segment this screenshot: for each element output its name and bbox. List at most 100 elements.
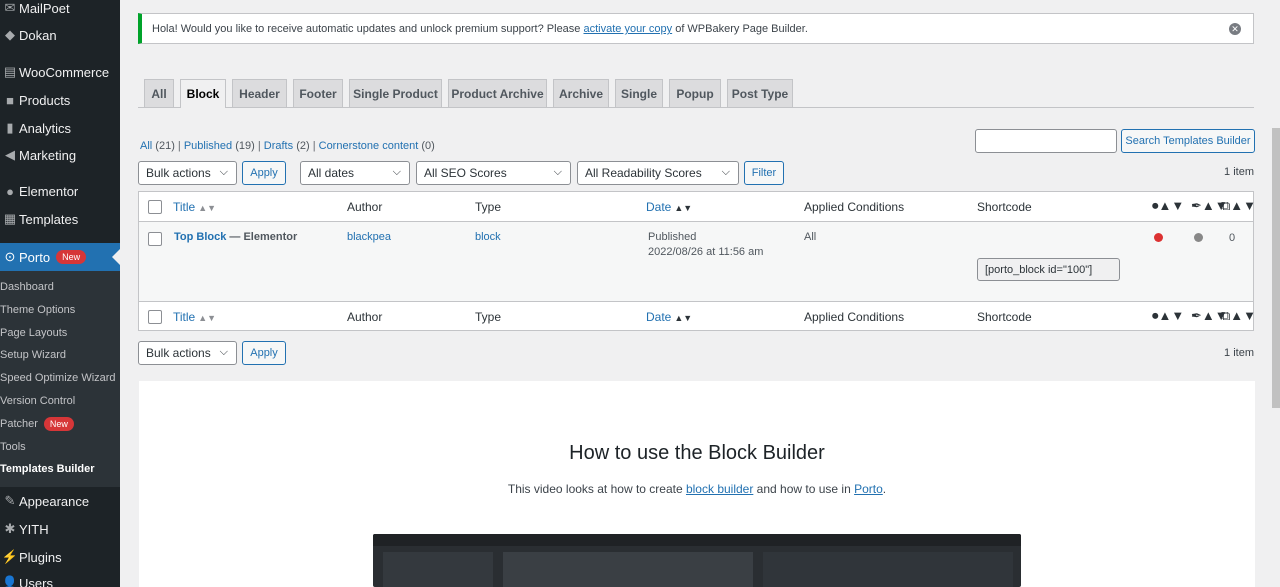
row-checkbox[interactable] [148, 232, 162, 246]
bulk-actions-select[interactable]: Bulk actions ⌵ [138, 161, 237, 185]
submenu-item-theme-options[interactable]: Theme Options [0, 300, 120, 320]
sidebar-item-marketing[interactable]: ◀ Marketing [0, 141, 120, 169]
seo-score-icon[interactable]: ⏺▲▼ [1152, 308, 1184, 324]
sidebar-item-yith[interactable]: ✱ YITH [0, 515, 120, 543]
sidebar-item-templates[interactable]: ▦ Templates [0, 205, 120, 233]
apply-button-bottom[interactable]: Apply [242, 341, 286, 365]
submenu-item-speed-optimize-wizard[interactable]: Speed Optimize Wizard [0, 368, 120, 388]
column-title[interactable]: Title ▲▼ [173, 200, 216, 214]
column-date[interactable]: Date ▲▼ [646, 310, 692, 324]
tab-single[interactable]: Single [615, 79, 663, 107]
apply-button[interactable]: Apply [242, 161, 286, 185]
select-all-checkbox[interactable] [148, 310, 162, 324]
submenu-item-patcher[interactable]: Patcher New [0, 414, 120, 434]
page-scrollbar[interactable] [1272, 128, 1280, 408]
dismiss-icon[interactable]: ✕ [1229, 23, 1241, 35]
sidebar-item-label: Dokan [19, 27, 57, 43]
view-published-link[interactable]: Published [184, 140, 232, 152]
row-title-link[interactable]: Top Block [174, 231, 226, 243]
activate-copy-link[interactable]: activate your copy [583, 23, 672, 35]
notice-text-before: Hola! Would you like to receive automati… [152, 23, 584, 35]
desc-text: This video looks at how to create [507, 482, 686, 496]
sort-icon: ▲▼ [1158, 308, 1185, 323]
tab-block[interactable]: Block [180, 79, 226, 108]
submenu-item-tools[interactable]: Tools [0, 437, 120, 457]
active-indicator [112, 249, 120, 265]
tab-product-archive[interactable]: Product Archive [448, 79, 547, 107]
submenu-item-templates-builder[interactable]: Templates Builder [0, 459, 120, 479]
sidebar-item-elementor[interactable]: ● Elementor [0, 177, 120, 205]
search-templates-button[interactable]: Search Templates Builder [1121, 129, 1255, 153]
block-builder-link[interactable]: block builder [686, 482, 753, 496]
seo-scores-select[interactable]: All SEO Scores ⌵ [416, 161, 571, 185]
sidebar-item-dokan[interactable]: ◆ Dokan [0, 21, 120, 49]
sidebar-item-label: Porto [19, 249, 51, 265]
view-all-link[interactable]: All [140, 140, 152, 152]
column-title-label[interactable]: Title [173, 310, 195, 324]
elementor-icon: ● [6, 183, 14, 199]
templates-icon: ▦ [3, 211, 17, 226]
sidebar-item-products[interactable]: ■ Products [0, 86, 120, 114]
submenu-item-page-layouts[interactable]: Page Layouts [0, 323, 120, 343]
sidebar-item-porto[interactable]: ⊙ Porto New [0, 243, 120, 271]
sidebar-item-woocommerce[interactable]: ▤ WooCommerce [0, 58, 120, 86]
dates-select[interactable]: All dates ⌵ [300, 161, 410, 185]
woocommerce-icon: ▤ [3, 64, 17, 79]
video-toolbar [373, 534, 1021, 546]
sidebar-item-analytics[interactable]: ▮ Analytics [0, 114, 120, 142]
submenu-item-setup-wizard[interactable]: Setup Wizard [0, 345, 120, 365]
chevron-down-icon: ⌵ [219, 346, 228, 358]
internal-links-icon[interactable]: ⧉▲▼ [1221, 198, 1256, 214]
tab-archive[interactable]: Archive [553, 79, 609, 107]
column-type: Type [475, 200, 502, 214]
chevron-down-icon: ⌵ [219, 166, 228, 178]
row-type-link[interactable]: block [475, 231, 501, 243]
tab-footer[interactable]: Footer [293, 79, 343, 107]
view-drafts-link[interactable]: Drafts [264, 140, 293, 152]
sidebar-item-label: YITH [19, 521, 49, 537]
tab-post-type[interactable]: Post Type [727, 79, 793, 107]
tab-single-product[interactable]: Single Product [349, 79, 442, 107]
porto-link[interactable]: Porto [854, 482, 883, 496]
tab-popup[interactable]: Popup [669, 79, 721, 107]
column-title[interactable]: Title ▲▼ [173, 310, 216, 324]
view-count: (0) [421, 140, 435, 152]
view-cornerstone-link[interactable]: Cornerstone content [319, 140, 419, 152]
sidebar-item-plugins[interactable]: ⚡ Plugins [0, 543, 120, 571]
tab-header[interactable]: Header [232, 79, 287, 107]
column-title-label[interactable]: Title [173, 200, 195, 214]
column-date[interactable]: Date ▲▼ [646, 200, 692, 214]
sort-icon: ▲▼ [1230, 198, 1257, 213]
submenu-item-version-control[interactable]: Version Control [0, 391, 120, 411]
sort-icon: ▲▼ [674, 313, 693, 323]
submenu-item-dashboard[interactable]: Dashboard [0, 277, 120, 297]
shortcode-field[interactable]: [porto_block id="100"] [977, 258, 1120, 281]
desc-text: . [882, 482, 887, 496]
items-count: 1 item [1224, 166, 1254, 178]
filter-button[interactable]: Filter [744, 161, 784, 185]
select-all-checkbox[interactable] [148, 200, 162, 214]
tab-all[interactable]: All [144, 79, 174, 107]
readability-select[interactable]: All Readability Scores ⌵ [577, 161, 739, 185]
internal-links-count: 0 [1229, 232, 1236, 244]
sidebar-item-users[interactable]: 👤 Users [0, 569, 120, 587]
column-author: Author [347, 310, 383, 324]
chevron-down-icon: ⌵ [553, 166, 562, 178]
seo-score-icon[interactable]: ⏺▲▼ [1152, 198, 1184, 214]
sidebar-item-mailpoet[interactable]: ✉ MailPoet [0, 0, 120, 22]
column-date-label[interactable]: Date [646, 310, 671, 324]
internal-links-icon[interactable]: ⧉▲▼ [1221, 308, 1256, 324]
tutorial-video[interactable] [373, 534, 1021, 587]
sidebar-item-label: Plugins [19, 549, 62, 565]
sidebar-item-appearance[interactable]: ✎ Appearance [0, 487, 120, 515]
bulk-actions-select-bottom[interactable]: Bulk actions ⌵ [138, 341, 237, 365]
analytics-icon: ▮ [6, 120, 14, 135]
chevron-down-icon: ⌵ [721, 166, 730, 178]
row-author-link[interactable]: blackpea [347, 231, 391, 243]
sidebar-item-label: Users [19, 575, 53, 587]
search-input[interactable] [975, 129, 1117, 153]
row-title-cell: Top Block — Elementor [174, 231, 297, 243]
status-views: All (21) | Published (19) | Drafts (2) |… [140, 140, 435, 152]
column-date-label[interactable]: Date [646, 200, 671, 214]
products-icon: ■ [6, 92, 14, 108]
